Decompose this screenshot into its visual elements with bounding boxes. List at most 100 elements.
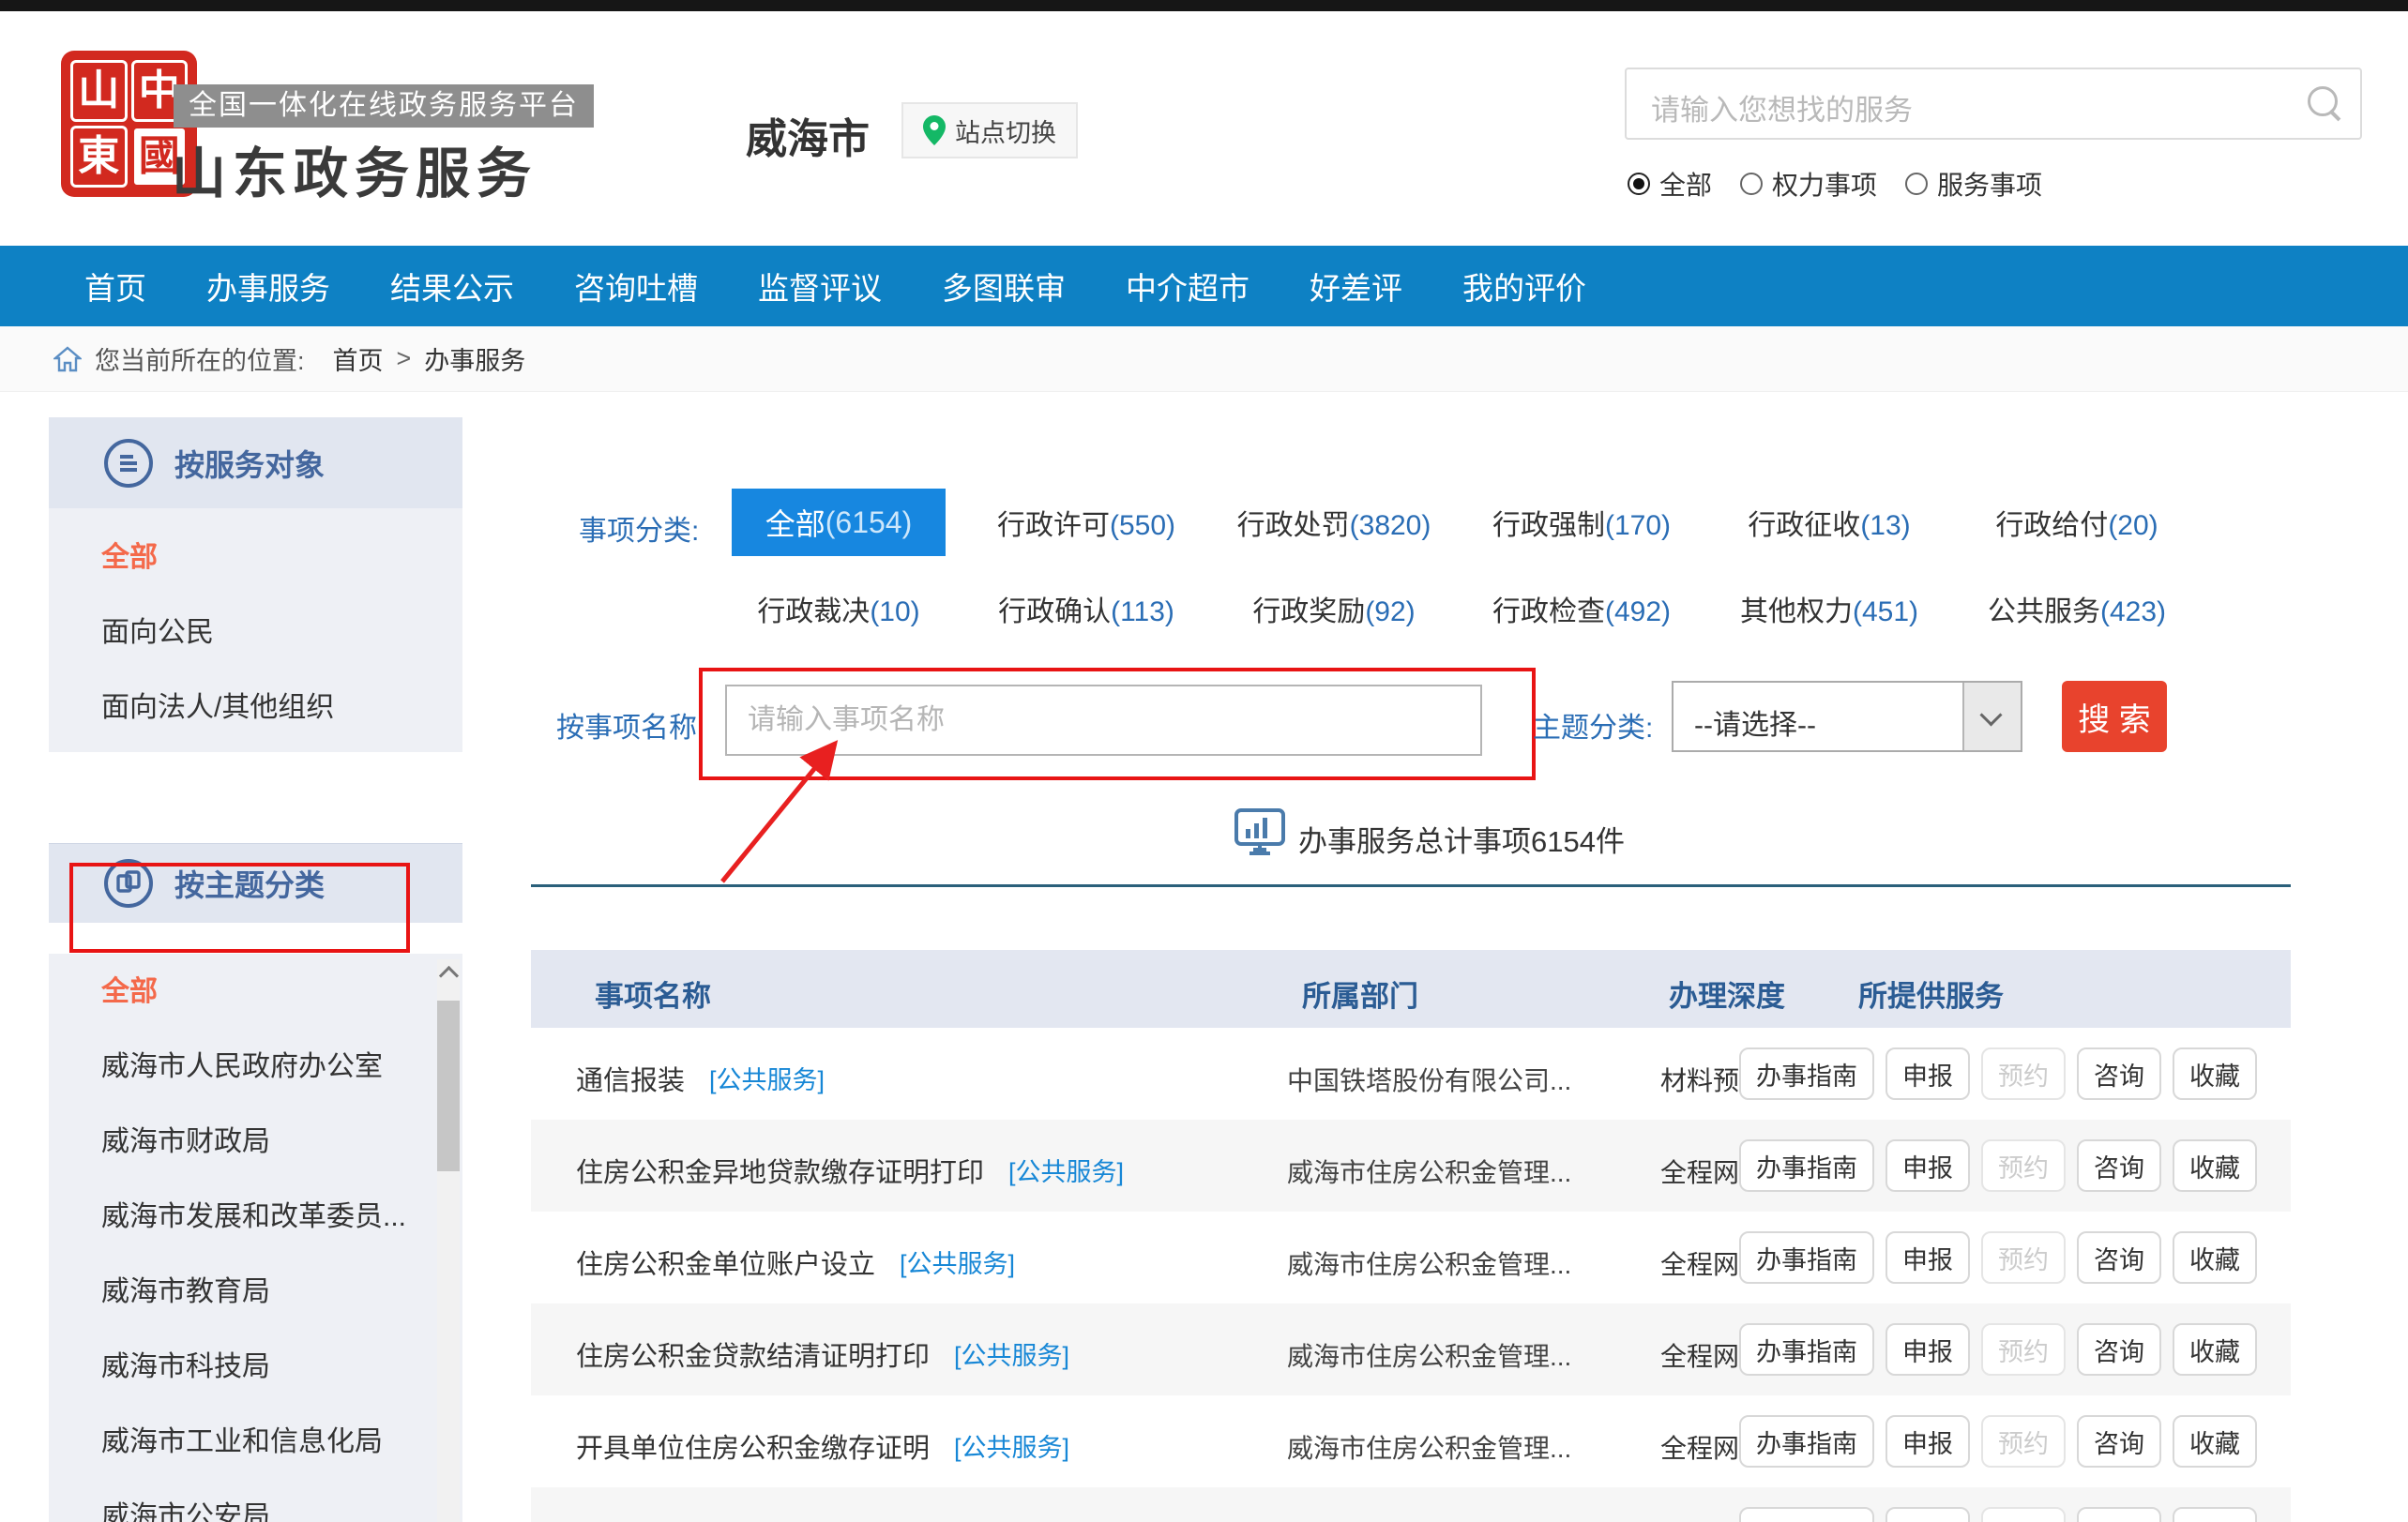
col-item-name: 事项名称 (595, 972, 711, 1015)
sidebar-item-面向公民[interactable]: 面向公民 (101, 617, 462, 649)
sidebar-item-面向法人/其他组织[interactable]: 面向法人/其他组织 (101, 692, 462, 724)
row-actions: 办事指南申报预约咨询收藏 (1739, 1507, 2257, 1522)
radio-unselected-icon[interactable] (1905, 173, 1928, 195)
table-row: 开具职工住房公积金缴存证明[公共服务]威海市住房公积金管理...全程网办办事指南… (531, 1487, 2291, 1522)
filter-chip-行政许可[interactable]: 行政许可(550) (997, 502, 1175, 543)
global-search-input[interactable]: 请输入您想找的服务 (1625, 68, 2362, 140)
item-tag: [公共服务] (709, 1060, 825, 1096)
scrollbar-thumb[interactable] (437, 1001, 460, 1171)
sidebar-section-service-object[interactable]: 按服务对象 (49, 417, 462, 508)
action-申报[interactable]: 申报 (1886, 1047, 1970, 1100)
main-nav: 首页 办事服务 结果公示 咨询吐槽 监督评议 多图联审 中介超市 好差评 我的评价 (0, 246, 2408, 326)
filter-chip-行政征收[interactable]: 行政征收(13) (1748, 502, 1910, 543)
action-办事指南[interactable]: 办事指南 (1739, 1415, 1874, 1468)
sidebar-item-全部[interactable]: 全部 (101, 542, 462, 574)
sidebar-item-威海市公安局[interactable]: 威海市公安局 (101, 1501, 462, 1522)
action-申报[interactable]: 申报 (1886, 1507, 1970, 1522)
action-收藏[interactable]: 收藏 (2173, 1231, 2257, 1284)
filter-chip-行政奖励[interactable]: 行政奖励(92) (1252, 588, 1415, 629)
filter-chip-行政确认[interactable]: 行政确认(113) (998, 588, 1174, 629)
seal-char: 東 (70, 126, 128, 188)
radio-服务事项[interactable]: 服务事项 (1905, 165, 2042, 203)
filter-chip-其他权力[interactable]: 其他权力(451) (1740, 588, 1918, 629)
chip-count: (423) (2100, 596, 2166, 627)
item-department: 威海市住房公积金管理... (1287, 1336, 1571, 1374)
chip-label: 行政裁决 (757, 596, 870, 627)
sidebar-item-威海市发展和改革委员...[interactable]: 威海市发展和改革委员... (101, 1201, 462, 1233)
item-name-input[interactable] (725, 685, 1482, 756)
search-button[interactable]: 搜 索 (2062, 681, 2167, 752)
filter-chip-全部[interactable]: 全部(6154) (732, 489, 947, 556)
table-row: 开具单位住房公积金缴存证明[公共服务]威海市住房公积金管理...全程网办办事指南… (531, 1395, 2291, 1487)
action-办事指南[interactable]: 办事指南 (1739, 1231, 1874, 1284)
department-scrollbar[interactable] (437, 959, 460, 1522)
action-咨询[interactable]: 咨询 (2077, 1047, 2161, 1100)
action-咨询[interactable]: 咨询 (2077, 1139, 2161, 1192)
breadcrumb-link-home[interactable]: 首页 (333, 340, 384, 377)
chip-count: (113) (1111, 596, 1174, 627)
chip-count: (10) (870, 596, 919, 627)
chip-label: 全部 (765, 501, 825, 544)
sidebar-item-威海市人民政府办公室[interactable]: 威海市人民政府办公室 (101, 1051, 462, 1083)
action-咨询[interactable]: 咨询 (2077, 1415, 2161, 1468)
item-name: 开具单位住房公积金缴存证明 (576, 1426, 930, 1466)
action-申报[interactable]: 申报 (1886, 1415, 1970, 1468)
action-申报[interactable]: 申报 (1886, 1231, 1970, 1284)
total-items-text: 办事服务总计事项6154件 (1298, 818, 1625, 860)
nav-item-咨询吐槽[interactable]: 咨询吐槽 (574, 264, 698, 309)
action-办事指南[interactable]: 办事指南 (1739, 1139, 1874, 1192)
nav-item-办事服务[interactable]: 办事服务 (206, 264, 330, 309)
scroll-up-icon[interactable] (439, 966, 459, 986)
action-收藏[interactable]: 收藏 (2173, 1047, 2257, 1100)
nav-item-我的评价[interactable]: 我的评价 (1462, 264, 1586, 309)
filter-chip-行政处罚[interactable]: 行政处罚(3820) (1237, 502, 1431, 543)
action-预约: 预约 (1981, 1231, 2066, 1284)
breadcrumb-link-services[interactable]: 办事服务 (424, 340, 525, 377)
sidebar-item-威海市财政局[interactable]: 威海市财政局 (101, 1126, 462, 1158)
filter-chip-行政裁决[interactable]: 行政裁决(10) (757, 588, 919, 629)
filter-chip-公共服务[interactable]: 公共服务(423) (1988, 588, 2166, 629)
action-收藏[interactable]: 收藏 (2173, 1507, 2257, 1522)
section-divider (531, 884, 2291, 887)
nav-item-中介超市[interactable]: 中介超市 (1126, 264, 1249, 309)
action-办事指南[interactable]: 办事指南 (1739, 1047, 1874, 1100)
chip-count: (451) (1853, 596, 1918, 627)
nav-item-好差评[interactable]: 好差评 (1310, 264, 1402, 309)
search-icon[interactable] (2308, 86, 2341, 120)
chevron-down-icon[interactable] (1962, 683, 2021, 750)
filter-chip-行政强制[interactable]: 行政强制(170) (1492, 502, 1671, 543)
action-咨询[interactable]: 咨询 (2077, 1323, 2161, 1376)
sidebar-item-威海市科技局[interactable]: 威海市科技局 (101, 1351, 462, 1383)
site-switch-button[interactable]: 站点切换 (901, 102, 1078, 158)
nav-item-首页[interactable]: 首页 (84, 264, 146, 309)
action-收藏[interactable]: 收藏 (2173, 1323, 2257, 1376)
chip-label: 行政检查 (1492, 596, 1605, 627)
sidebar-section-title: 按主题分类 (174, 862, 325, 905)
action-咨询[interactable]: 咨询 (2077, 1231, 2161, 1284)
sidebar-item-全部[interactable]: 全部 (101, 976, 462, 1008)
action-办事指南[interactable]: 办事指南 (1739, 1507, 1874, 1522)
action-申报[interactable]: 申报 (1886, 1323, 1970, 1376)
action-办事指南[interactable]: 办事指南 (1739, 1323, 1874, 1376)
site-title: 山东政务服务 (172, 129, 538, 208)
action-申报[interactable]: 申报 (1886, 1139, 1970, 1192)
nav-item-监督评议[interactable]: 监督评议 (758, 264, 882, 309)
filter-chip-行政检查[interactable]: 行政检查(492) (1492, 588, 1671, 629)
sidebar-item-威海市教育局[interactable]: 威海市教育局 (101, 1276, 462, 1308)
nav-item-结果公示[interactable]: 结果公示 (390, 264, 514, 309)
filter-chip-行政给付[interactable]: 行政给付(20) (1995, 502, 2158, 543)
location-pin-icon (923, 115, 946, 145)
action-收藏[interactable]: 收藏 (2173, 1415, 2257, 1468)
sidebar-section-topic[interactable]: 按主题分类 (49, 843, 462, 923)
topic-select[interactable]: --请选择-- (1672, 681, 2022, 752)
radio-selected-icon[interactable] (1628, 173, 1650, 195)
radio-unselected-icon[interactable] (1740, 173, 1763, 195)
radio-权力事项[interactable]: 权力事项 (1740, 165, 1877, 203)
chip-count: (20) (2108, 510, 2158, 541)
sidebar-item-威海市工业和信息化局[interactable]: 威海市工业和信息化局 (101, 1426, 462, 1458)
chip-cell: 行政奖励(92) (1210, 574, 1458, 643)
radio-全部[interactable]: 全部 (1628, 165, 1712, 203)
action-收藏[interactable]: 收藏 (2173, 1139, 2257, 1192)
nav-item-多图联审[interactable]: 多图联审 (942, 264, 1066, 309)
action-咨询[interactable]: 咨询 (2077, 1507, 2161, 1522)
